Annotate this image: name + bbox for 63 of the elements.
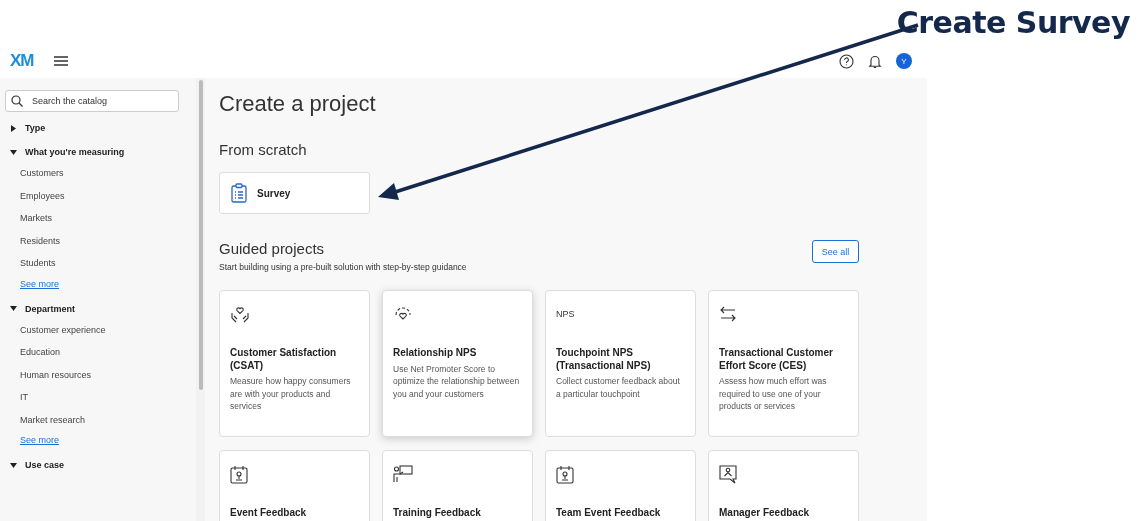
scrollbar-thumb[interactable] <box>198 80 203 390</box>
section-heading: From scratch <box>219 141 308 158</box>
see-more-link[interactable]: See more <box>5 278 60 289</box>
clipboard-icon <box>231 183 247 203</box>
caret-icon <box>10 124 17 132</box>
caret-icon <box>10 461 17 469</box>
person-chat-icon <box>719 464 737 484</box>
project-card[interactable]: Transactional Customer Effort Score (CES) Assess how much effort was required to use one of your products or services <box>708 290 859 437</box>
avatar[interactable]: Y <box>896 53 912 69</box>
annotation-label: Create Survey <box>896 5 1130 40</box>
search-field[interactable]: Search the catalog <box>5 90 179 112</box>
badge-icon <box>230 464 248 484</box>
presenter-icon <box>393 465 413 483</box>
project-card[interactable]: NPS Touchpoint NPS (Transactional NPS) Collect customer feedback about a particular touchpoint <box>545 290 696 437</box>
card-title: Manager Feedback <box>719 507 811 520</box>
logo[interactable]: XM <box>10 51 34 71</box>
filter-section-toggle[interactable]: What you're measuring <box>5 144 125 160</box>
filter-option[interactable]: Students <box>5 256 56 279</box>
filter-option[interactable]: Markets <box>5 211 52 234</box>
caret-icon <box>10 305 17 312</box>
section-heading: Guided projects <box>219 240 326 257</box>
card-description: Collect customer feedback about a particular touchpoint <box>556 375 681 400</box>
card-title: Training Feedback <box>393 507 482 520</box>
card-description: Measure how happy consumers are with your products and services <box>230 375 352 413</box>
project-card[interactable]: Training Feedback <box>382 450 533 521</box>
card-title: Relationship NPS <box>393 347 478 360</box>
project-card[interactable]: Relationship NPS Use Net Promoter Score to optimize the relationship between you and your customers <box>382 290 533 437</box>
filter-section-toggle[interactable]: Use case <box>5 457 65 473</box>
card-title: Team Event Feedback <box>556 507 662 520</box>
search-icon <box>11 95 23 107</box>
see-more-link[interactable]: See more <box>5 435 60 445</box>
nps-label: NPS <box>556 309 575 319</box>
filter-section-toggle[interactable]: Department <box>5 300 75 317</box>
card-description: Use Net Promoter Score to optimize the relationship between you and your customers <box>393 362 521 400</box>
filter-section-toggle[interactable]: Type <box>5 120 46 136</box>
card-title: Event Feedback <box>230 507 308 520</box>
filter-option[interactable]: Employees <box>5 188 65 211</box>
heart-hands-icon <box>230 304 250 324</box>
card-title: Touchpoint NPS (Transactional NPS) <box>556 347 652 372</box>
project-card[interactable]: Customer Satisfaction (CSAT) Measure how happy consumers are with your products and services <box>219 290 370 437</box>
filter-option[interactable]: IT <box>5 390 28 413</box>
see-all-button[interactable]: See all <box>812 240 859 263</box>
page-title: Create a project <box>219 91 377 117</box>
filter-option[interactable]: Education <box>5 345 61 368</box>
filter-option[interactable]: Human resources <box>5 367 92 390</box>
filter-option[interactable]: Market research <box>5 412 86 435</box>
badge-icon <box>556 464 574 484</box>
project-card[interactable]: Manager Feedback <box>708 450 859 521</box>
card-title: Transactional Customer Effort Score (CES) <box>719 347 834 372</box>
swap-arrows-icon <box>719 305 737 323</box>
help-icon[interactable] <box>839 53 854 69</box>
caret-icon <box>10 148 17 156</box>
section-subtitle: Start building using a pre-built solution with step-by-step guidance <box>219 262 467 272</box>
project-card[interactable]: Event Feedback <box>219 450 370 521</box>
bell-icon[interactable] <box>868 53 882 69</box>
card-description: Assess how much effort was required to use one of your products or services <box>719 375 828 413</box>
survey-card[interactable]: Survey <box>219 172 370 214</box>
filter-option[interactable]: Customer experience <box>5 322 106 345</box>
filter-option[interactable]: Customers <box>5 166 64 189</box>
project-card[interactable]: Team Event Feedback <box>545 450 696 521</box>
filter-option[interactable]: Residents <box>5 233 61 256</box>
card-title: Customer Satisfaction (CSAT) <box>230 347 338 372</box>
menu-icon[interactable] <box>53 56 68 66</box>
